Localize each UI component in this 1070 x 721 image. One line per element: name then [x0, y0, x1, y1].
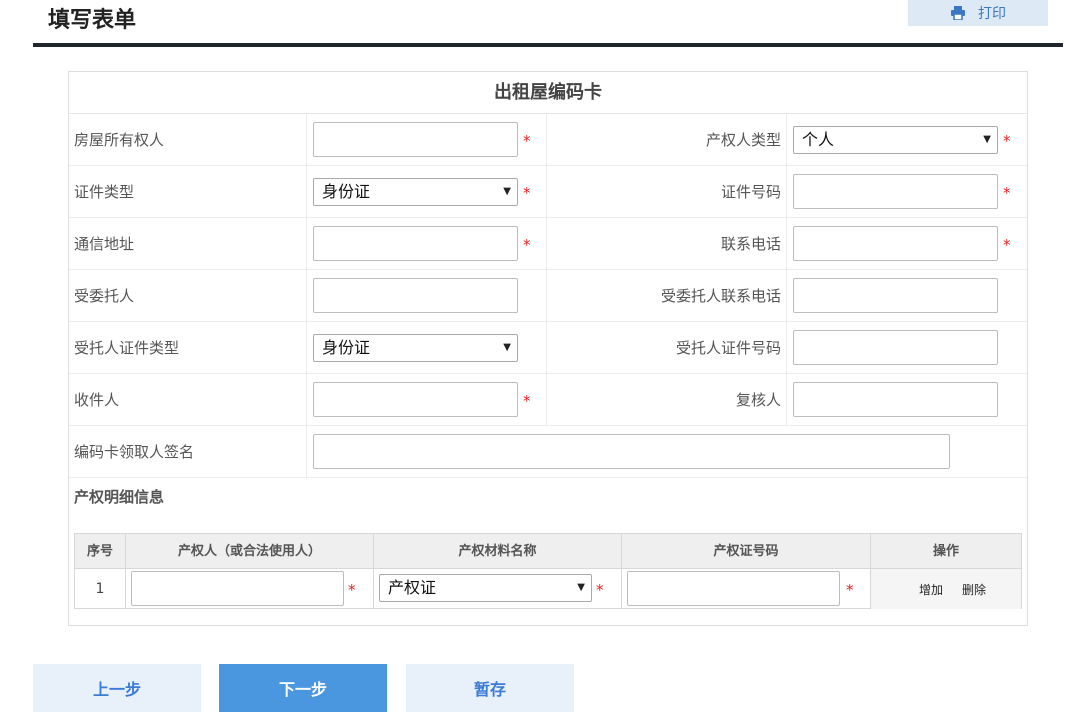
form-row: 受委托人 受委托人联系电话: [69, 270, 1027, 322]
caret-down-icon: ▼: [577, 582, 585, 593]
form-container: 出租屋编码卡 房屋所有权人 * 产权人类型 个人 ▼ * 证件类型 身份证 ▼ …: [68, 71, 1028, 626]
required-mark: *: [523, 392, 531, 410]
address-label: 通信地址: [74, 235, 135, 253]
phone-label: 联系电话: [720, 235, 781, 253]
trustee-id-type-value: 身份证: [322, 338, 371, 357]
add-row-link[interactable]: 增加: [919, 581, 943, 598]
property-table: 序号 产权人（或合法使用人） 产权材料名称 产权证号码 操作 1 * 产权证 ▼…: [74, 533, 1022, 609]
form-row: 编码卡领取人签名: [69, 426, 1027, 478]
owner-type-value: 个人: [802, 130, 835, 149]
section-title: 产权明细信息: [74, 488, 165, 506]
trustee-id-number-input[interactable]: [793, 330, 998, 365]
required-mark: *: [596, 581, 604, 599]
required-mark: *: [348, 581, 356, 599]
column-header: 操作: [871, 534, 1021, 569]
property-owner-input[interactable]: [131, 571, 344, 606]
card-title: 出租屋编码卡: [69, 72, 1027, 114]
printer-icon: [950, 6, 966, 20]
phone-input[interactable]: [793, 226, 998, 261]
caret-down-icon: ▼: [503, 186, 511, 197]
id-type-value: 身份证: [322, 182, 371, 201]
column-header: 产权材料名称: [374, 534, 622, 569]
form-row: 通信地址 * 联系电话 *: [69, 218, 1027, 270]
card-signer-input[interactable]: [313, 434, 950, 469]
next-step-button[interactable]: 下一步: [219, 664, 387, 712]
required-mark: *: [1003, 132, 1011, 150]
required-mark: *: [523, 132, 531, 150]
print-button[interactable]: 打印: [908, 0, 1048, 26]
required-mark: *: [523, 184, 531, 202]
page-title: 填写表单: [48, 8, 137, 33]
column-header: 产权人（或合法使用人）: [126, 534, 374, 569]
trustee-input[interactable]: [313, 278, 518, 313]
reviewer-label: 复核人: [735, 391, 781, 409]
owner-label: 房屋所有权人: [74, 131, 165, 149]
column-header: 序号: [75, 534, 126, 569]
caret-down-icon: ▼: [983, 134, 991, 145]
address-input[interactable]: [313, 226, 518, 261]
print-label: 打印: [978, 6, 1006, 22]
material-value: 产权证: [388, 578, 437, 597]
trustee-id-number-label: 受托人证件号码: [675, 339, 781, 357]
reviewer-input[interactable]: [793, 382, 998, 417]
title-divider: [33, 43, 1063, 47]
receiver-label: 收件人: [74, 391, 120, 409]
required-mark: *: [523, 236, 531, 254]
trustee-id-type-label: 受托人证件类型: [74, 339, 180, 357]
caret-down-icon: ▼: [503, 342, 511, 353]
id-type-label: 证件类型: [74, 183, 135, 201]
delete-row-link[interactable]: 删除: [962, 581, 986, 598]
trustee-id-type-select[interactable]: 身份证 ▼: [313, 334, 518, 362]
trustee-phone-input[interactable]: [793, 278, 998, 313]
form-row: 证件类型 身份证 ▼ * 证件号码 *: [69, 166, 1027, 218]
id-number-label: 证件号码: [720, 183, 781, 201]
row-index: 1: [75, 569, 126, 609]
save-draft-button[interactable]: 暂存: [406, 664, 574, 712]
form-row: 收件人 * 复核人: [69, 374, 1027, 426]
form-row: 受托人证件类型 身份证 ▼ 受托人证件号码: [69, 322, 1027, 374]
cert-number-input[interactable]: [627, 571, 840, 606]
id-number-input[interactable]: [793, 174, 998, 209]
card-signer-label: 编码卡领取人签名: [74, 443, 195, 461]
required-mark: *: [1003, 236, 1011, 254]
receiver-input[interactable]: [313, 382, 518, 417]
form-row: 房屋所有权人 * 产权人类型 个人 ▼ *: [69, 114, 1027, 166]
required-mark: *: [1003, 184, 1011, 202]
trustee-phone-label: 受委托人联系电话: [660, 287, 781, 305]
material-select[interactable]: 产权证 ▼: [379, 574, 592, 602]
owner-type-label: 产权人类型: [705, 131, 781, 149]
trustee-label: 受委托人: [74, 287, 135, 305]
owner-input[interactable]: [313, 122, 518, 157]
owner-type-select[interactable]: 个人 ▼: [793, 126, 998, 154]
column-header: 产权证号码: [622, 534, 871, 569]
required-mark: *: [846, 581, 854, 599]
id-type-select[interactable]: 身份证 ▼: [313, 178, 518, 206]
prev-step-button[interactable]: 上一步: [33, 664, 201, 712]
